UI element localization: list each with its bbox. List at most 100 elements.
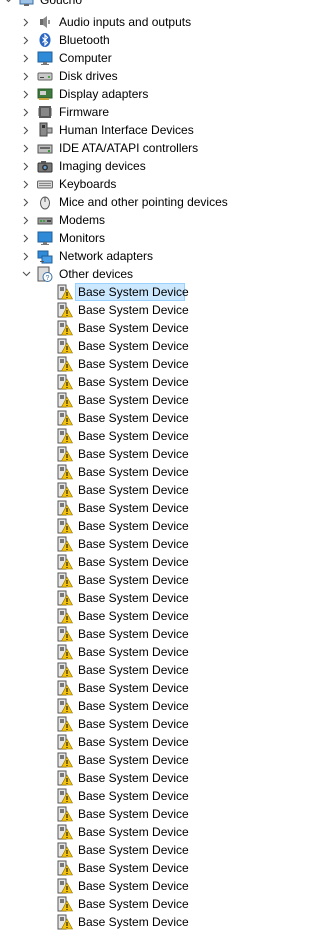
device-item-base-system-device[interactable]: Base System Device bbox=[0, 355, 264, 373]
device-item-base-system-device[interactable]: Base System Device bbox=[0, 841, 264, 859]
warning-device-icon bbox=[57, 824, 74, 840]
computer-icon bbox=[19, 0, 35, 8]
category-mice-and-other-pointing-devices[interactable]: Mice and other pointing devices bbox=[0, 193, 264, 211]
device-item-base-system-device[interactable]: Base System Device bbox=[0, 319, 264, 337]
category-display-adapters[interactable]: Display adapters bbox=[0, 85, 264, 103]
device-item-base-system-device[interactable]: Base System Device bbox=[0, 679, 264, 697]
category-label: Display adapters bbox=[59, 87, 149, 101]
category-network-adapters[interactable]: Network adapters bbox=[0, 247, 264, 265]
device-item-base-system-device[interactable]: Base System Device bbox=[0, 697, 264, 715]
category-label: Disk drives bbox=[59, 69, 118, 83]
chevron-right-icon[interactable] bbox=[21, 103, 31, 121]
chevron-right-icon[interactable] bbox=[21, 157, 31, 175]
device-label: Base System Device bbox=[78, 339, 189, 353]
device-item-base-system-device[interactable]: Base System Device bbox=[0, 643, 264, 661]
device-item-base-system-device[interactable]: Base System Device bbox=[0, 445, 264, 463]
device-item-base-system-device[interactable]: Base System Device bbox=[0, 787, 264, 805]
device-label: Base System Device bbox=[78, 465, 189, 479]
category-firmware[interactable]: Firmware bbox=[0, 103, 264, 121]
device-item-base-system-device[interactable]: Base System Device bbox=[0, 625, 264, 643]
category-human-interface-devices[interactable]: Human Interface Devices bbox=[0, 121, 264, 139]
chevron-right-icon[interactable] bbox=[21, 247, 31, 265]
chevron-right-icon[interactable] bbox=[21, 13, 31, 31]
device-label: Base System Device bbox=[78, 663, 189, 677]
device-label: Base System Device bbox=[78, 429, 189, 443]
device-item-base-system-device[interactable]: Base System Device bbox=[0, 859, 264, 877]
chevron-right-icon[interactable] bbox=[21, 31, 31, 49]
category-label: Mice and other pointing devices bbox=[59, 195, 228, 209]
device-label: Base System Device bbox=[78, 537, 189, 551]
warning-device-icon bbox=[57, 374, 74, 390]
category-audio-inputs-and-outputs[interactable]: Audio inputs and outputs bbox=[0, 13, 264, 31]
warning-device-icon bbox=[57, 896, 74, 912]
warning-device-icon bbox=[57, 662, 74, 678]
device-item-base-system-device[interactable]: Base System Device bbox=[0, 571, 264, 589]
chevron-down-icon[interactable] bbox=[21, 265, 31, 283]
camera-icon bbox=[37, 158, 53, 174]
device-item-base-system-device[interactable]: Base System Device bbox=[0, 769, 264, 787]
device-label: Base System Device bbox=[78, 411, 189, 425]
device-item-base-system-device[interactable]: Base System Device bbox=[0, 913, 264, 931]
device-label: Base System Device bbox=[78, 285, 189, 299]
category-label: Computer bbox=[59, 51, 112, 65]
warning-device-icon bbox=[57, 842, 74, 858]
chevron-right-icon[interactable] bbox=[21, 211, 31, 229]
device-item-base-system-device[interactable]: Base System Device bbox=[0, 877, 264, 895]
device-item-base-system-device[interactable]: Base System Device bbox=[0, 481, 264, 499]
device-item-base-system-device[interactable]: Base System Device bbox=[0, 733, 264, 751]
device-item-base-system-device[interactable]: Base System Device bbox=[0, 661, 264, 679]
device-label: Base System Device bbox=[78, 771, 189, 785]
device-item-base-system-device[interactable]: Base System Device bbox=[0, 337, 264, 355]
category-ide-ata-atapi-controllers[interactable]: IDE ATA/ATAPI controllers bbox=[0, 139, 264, 157]
category-computer[interactable]: Computer bbox=[0, 49, 264, 67]
warning-device-icon bbox=[57, 806, 74, 822]
hid-icon bbox=[37, 122, 53, 138]
device-item-base-system-device[interactable]: Base System Device bbox=[0, 373, 264, 391]
chevron-right-icon[interactable] bbox=[21, 229, 31, 247]
device-item-base-system-device[interactable]: Base System Device bbox=[0, 589, 264, 607]
device-label: Base System Device bbox=[78, 825, 189, 839]
device-item-base-system-device[interactable]: Base System Device bbox=[0, 499, 264, 517]
device-item-base-system-device[interactable]: Base System Device bbox=[0, 409, 264, 427]
device-item-base-system-device[interactable]: Base System Device bbox=[0, 823, 264, 841]
device-item-base-system-device[interactable]: Base System Device bbox=[0, 283, 264, 301]
chevron-down-icon[interactable] bbox=[3, 0, 13, 9]
warning-device-icon bbox=[57, 572, 74, 588]
warning-device-icon bbox=[57, 392, 74, 408]
device-label: Base System Device bbox=[78, 483, 189, 497]
device-item-base-system-device[interactable]: Base System Device bbox=[0, 301, 264, 319]
device-item-base-system-device[interactable]: Base System Device bbox=[0, 463, 264, 481]
warning-device-icon bbox=[57, 788, 74, 804]
warning-device-icon bbox=[57, 482, 74, 498]
device-item-base-system-device[interactable]: Base System Device bbox=[0, 553, 264, 571]
device-item-base-system-device[interactable]: Base System Device bbox=[0, 751, 264, 769]
chevron-right-icon[interactable] bbox=[21, 139, 31, 157]
device-item-base-system-device[interactable]: Base System Device bbox=[0, 805, 264, 823]
device-label: Base System Device bbox=[78, 645, 189, 659]
chevron-right-icon[interactable] bbox=[21, 121, 31, 139]
device-label: Base System Device bbox=[78, 699, 189, 713]
warning-device-icon bbox=[57, 626, 74, 642]
device-label: Base System Device bbox=[78, 915, 189, 929]
chevron-right-icon[interactable] bbox=[21, 67, 31, 85]
device-item-base-system-device[interactable]: Base System Device bbox=[0, 895, 264, 913]
device-item-base-system-device[interactable]: Base System Device bbox=[0, 715, 264, 733]
chevron-right-icon[interactable] bbox=[21, 193, 31, 211]
chevron-right-icon[interactable] bbox=[21, 175, 31, 193]
category-other-devices[interactable]: ? Other devices bbox=[0, 265, 264, 283]
category-imaging-devices[interactable]: Imaging devices bbox=[0, 157, 264, 175]
device-item-base-system-device[interactable]: Base System Device bbox=[0, 607, 264, 625]
device-item-base-system-device[interactable]: Base System Device bbox=[0, 535, 264, 553]
device-item-base-system-device[interactable]: Base System Device bbox=[0, 517, 264, 535]
category-keyboards[interactable]: Keyboards bbox=[0, 175, 264, 193]
chevron-right-icon[interactable] bbox=[21, 85, 31, 103]
chevron-right-icon[interactable] bbox=[21, 49, 31, 67]
category-monitors[interactable]: Monitors bbox=[0, 229, 264, 247]
category-disk-drives[interactable]: Disk drives bbox=[0, 67, 264, 85]
warning-device-icon bbox=[57, 464, 74, 480]
device-item-base-system-device[interactable]: Base System Device bbox=[0, 391, 264, 409]
category-bluetooth[interactable]: Bluetooth bbox=[0, 31, 264, 49]
network-adapter-icon bbox=[37, 248, 53, 264]
device-item-base-system-device[interactable]: Base System Device bbox=[0, 427, 264, 445]
category-modems[interactable]: Modems bbox=[0, 211, 264, 229]
